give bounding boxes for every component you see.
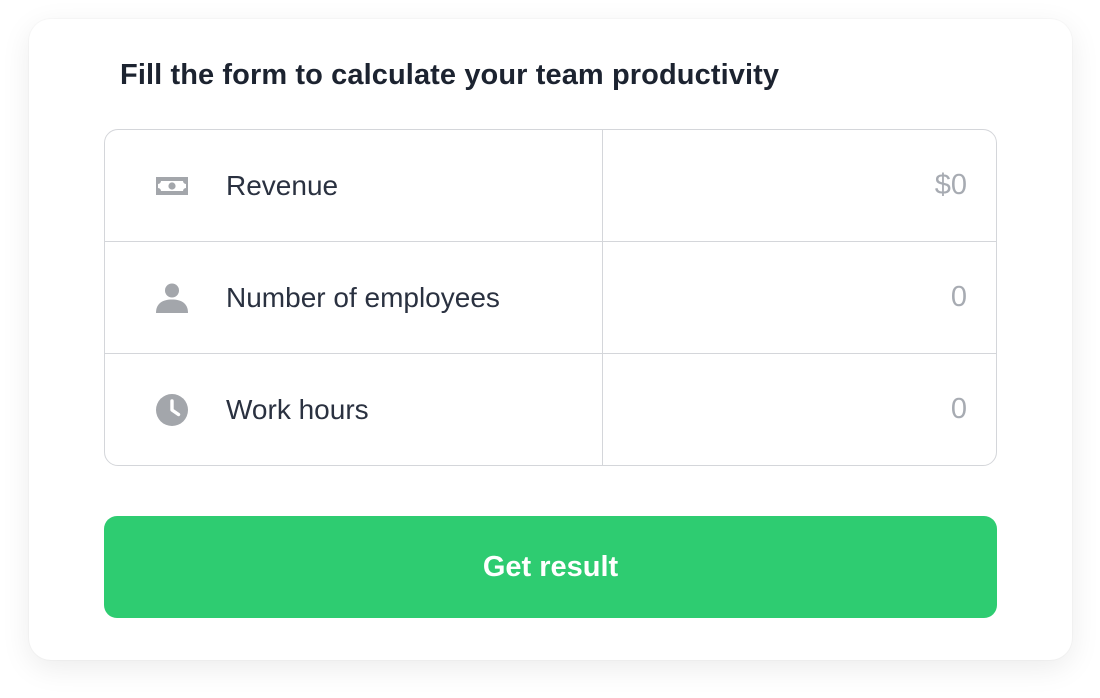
form-row-revenue: Revenue bbox=[105, 130, 996, 242]
form-title: Fill the form to calculate your team pro… bbox=[120, 59, 780, 91]
revenue-label: Revenue bbox=[226, 169, 339, 201]
get-result-button[interactable]: Get result bbox=[104, 516, 997, 618]
form-label-cell: Revenue bbox=[105, 130, 603, 241]
form-row-work-hours: Work hours bbox=[105, 354, 996, 465]
employees-input[interactable] bbox=[603, 281, 967, 314]
form-table: Revenue Number of employees bbox=[104, 129, 997, 466]
form-value-cell bbox=[603, 354, 996, 465]
work-hours-label: Work hours bbox=[226, 393, 369, 425]
person-icon bbox=[155, 281, 189, 315]
revenue-input[interactable] bbox=[603, 169, 967, 202]
employees-label: Number of employees bbox=[226, 281, 500, 313]
clock-icon bbox=[155, 393, 189, 427]
money-icon bbox=[155, 169, 189, 203]
form-value-cell bbox=[603, 130, 996, 241]
calculator-card: Fill the form to calculate your team pro… bbox=[29, 19, 1072, 660]
work-hours-input[interactable] bbox=[603, 393, 967, 426]
form-label-cell: Work hours bbox=[105, 354, 603, 465]
form-value-cell bbox=[603, 242, 996, 353]
form-label-cell: Number of employees bbox=[105, 242, 603, 353]
form-row-employees: Number of employees bbox=[105, 242, 996, 354]
